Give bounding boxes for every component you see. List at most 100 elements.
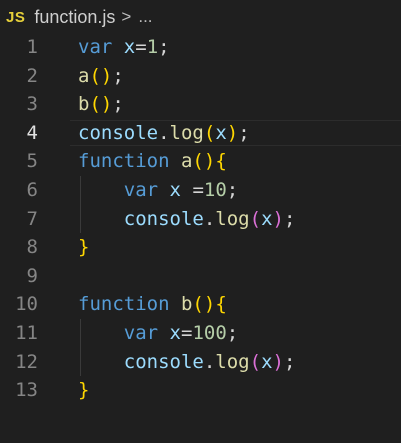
line-number: 4 (26, 121, 38, 144)
code-token: () (89, 93, 113, 116)
code-line-text[interactable]: a(); (78, 62, 124, 91)
code-token: b (180, 293, 193, 316)
code-token: log (215, 207, 250, 230)
breadcrumb-more-symbols[interactable]: ... (138, 7, 152, 27)
code-line[interactable]: 4 console.log(x); (0, 119, 401, 148)
code-token: . (158, 121, 170, 144)
breadcrumb-file-name[interactable]: function.js (34, 7, 115, 28)
line-number: 1 (26, 36, 38, 58)
code-token: x (169, 178, 181, 201)
code-token: () (192, 150, 216, 173)
line-number: 9 (26, 264, 38, 287)
code-token: var (78, 36, 113, 58)
code-line[interactable]: 3 b(); (0, 90, 401, 119)
code-line[interactable]: 11 var x=100; (0, 318, 401, 348)
line-number: 8 (26, 236, 38, 259)
line-number: 13 (15, 379, 38, 402)
line-number: 11 (15, 321, 38, 344)
code-token: } (78, 379, 90, 402)
code-token: console (123, 350, 204, 373)
code-line[interactable]: 8} (0, 233, 401, 262)
line-number: 2 (26, 64, 38, 87)
code-editor[interactable]: JS function.js > ... 1 var x=1; 2 a(); 3 b();… (0, 0, 401, 443)
code-token: a (180, 150, 193, 173)
code-line-text[interactable]: function a(){ (78, 147, 227, 176)
code-lines[interactable]: 1 var x=1; 2 a(); 3 b(); 4 console.log(x); 5 func… (0, 33, 401, 405)
line-number: 12 (15, 350, 38, 373)
code-line-text[interactable]: var x =10; (78, 176, 238, 205)
code-line[interactable]: 2 a(); (0, 62, 401, 91)
code-token: ; (226, 321, 239, 344)
code-token: var (123, 178, 159, 201)
code-line[interactable]: 12 console.log(x); (0, 347, 401, 377)
breadcrumb-chevron-right-icon: > (121, 7, 132, 26)
code-token: 1 (146, 36, 159, 58)
code-token: . (203, 207, 216, 230)
code-token: a (78, 64, 90, 87)
code-token: = (135, 36, 147, 58)
code-line[interactable]: 9 (0, 262, 401, 291)
code-line-text[interactable]: } (78, 233, 89, 262)
code-line-text[interactable]: } (78, 376, 89, 405)
code-token: = (181, 178, 204, 201)
code-token: ) (226, 121, 239, 144)
code-token: ; (238, 121, 250, 144)
code-token: = (181, 321, 193, 344)
code-line[interactable]: 1 var x=1; (0, 33, 401, 62)
code-token: console (78, 121, 159, 144)
code-token: 10 (203, 178, 227, 201)
code-token: ( (203, 121, 216, 144)
code-token: { (215, 150, 227, 173)
code-token: b (78, 93, 90, 116)
code-token: var (123, 321, 159, 344)
code-token: ; (112, 93, 124, 116)
breadcrumb: JS function.js > ... (0, 0, 401, 34)
line-number: 6 (26, 178, 38, 201)
code-line-text[interactable]: var x=100; (78, 319, 238, 348)
code-line-text[interactable]: function b(){ (78, 290, 227, 319)
code-line[interactable]: 6 var x =10; (0, 175, 401, 205)
code-token: ; (283, 350, 296, 373)
code-token: ) (272, 350, 284, 373)
code-token: x (169, 321, 181, 344)
javascript-file-icon: JS (6, 8, 26, 26)
code-token: x (261, 207, 273, 230)
code-token: ( (249, 350, 262, 373)
code-token: . (203, 350, 216, 373)
code-token: ; (112, 64, 124, 87)
code-token: log (169, 121, 204, 144)
code-token: ; (158, 36, 170, 58)
code-line[interactable]: 7 console.log(x); (0, 204, 401, 234)
code-token: () (89, 64, 113, 87)
code-line[interactable]: 13} (0, 376, 401, 405)
code-token: console (123, 207, 204, 230)
code-token: x (123, 36, 136, 58)
code-token: ) (272, 207, 284, 230)
code-token: 100 (192, 321, 227, 344)
code-line-text[interactable]: console.log(x); (78, 119, 250, 148)
code-token: x (261, 350, 273, 373)
line-number: 5 (26, 150, 38, 173)
line-number: 10 (15, 293, 38, 316)
code-token: ; (283, 207, 296, 230)
code-line-text[interactable]: var x=1; (78, 33, 170, 62)
code-token: { (215, 293, 227, 316)
code-token: ( (249, 207, 262, 230)
code-line-text[interactable]: console.log(x); (78, 348, 296, 377)
code-line-text[interactable]: b(); (78, 90, 124, 119)
code-token: log (215, 350, 250, 373)
code-line[interactable]: 10 function b(){ (0, 290, 401, 319)
code-line-text[interactable]: console.log(x); (78, 205, 296, 234)
code-token: function (78, 293, 170, 316)
code-token: () (192, 293, 216, 316)
code-line[interactable]: 5 function a(){ (0, 147, 401, 176)
